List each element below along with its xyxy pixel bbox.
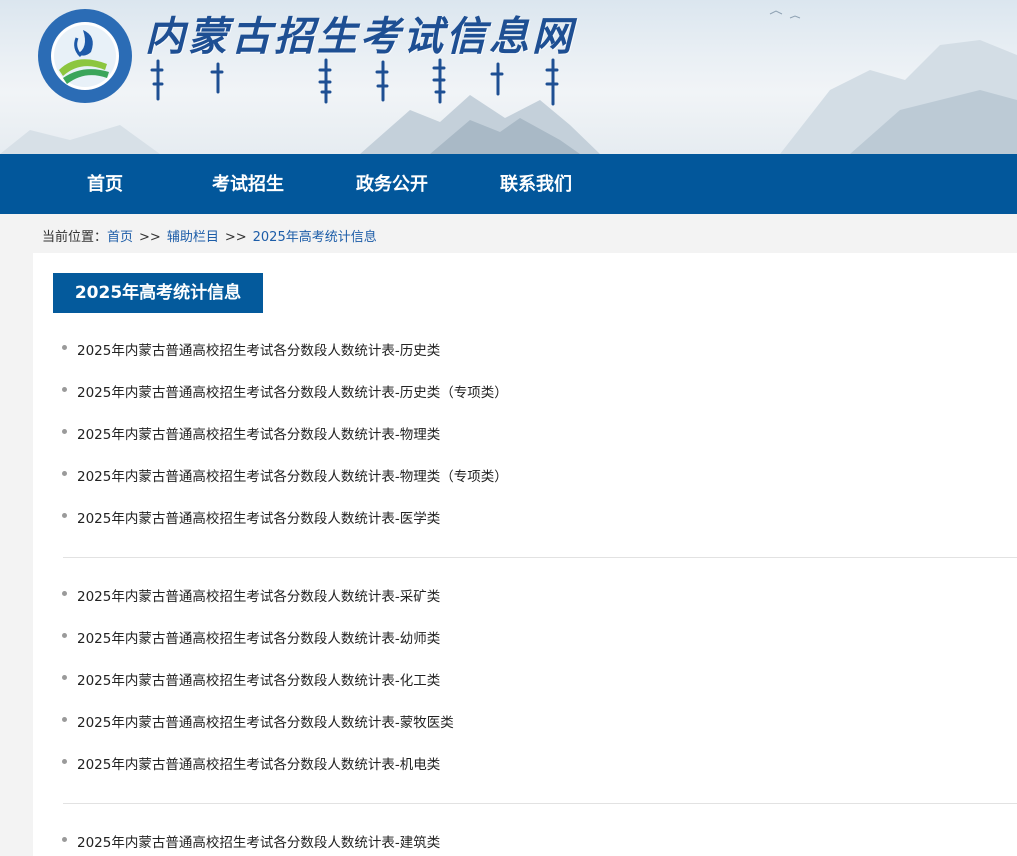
content-panel: 2025年高考统计信息 2025年内蒙古普通高校招生考试各分数段人数统计表-历史…: [33, 253, 1017, 856]
site-title: 内蒙古招生考试信息网: [145, 13, 575, 60]
breadcrumb-separator: >>: [224, 230, 247, 245]
breadcrumb-current-link[interactable]: 2025年高考统计信息: [253, 230, 377, 245]
bullet-icon: [62, 837, 67, 842]
article-link[interactable]: 2025年内蒙古普通高校招生考试各分数段人数统计表-物理类: [77, 423, 440, 443]
breadcrumb-separator: >>: [139, 230, 161, 245]
bullet-icon: [62, 759, 67, 764]
bullet-icon: [62, 675, 67, 680]
bullet-icon: [62, 345, 67, 350]
article-link[interactable]: 2025年内蒙古普通高校招生考试各分数段人数统计表-机电类: [77, 753, 440, 773]
article-link[interactable]: 2025年内蒙古普通高校招生考试各分数段人数统计表-历史类（专项类）: [77, 381, 508, 401]
bullet-icon: [62, 591, 67, 596]
article-link[interactable]: 2025年内蒙古普通高校招生考试各分数段人数统计表-化工类: [77, 669, 440, 689]
article-link[interactable]: 2025年内蒙古普通高校招生考试各分数段人数统计表-物理类（专项类）: [77, 465, 508, 485]
breadcrumb-home-link[interactable]: 首页: [107, 230, 133, 245]
group-divider: [63, 557, 1017, 558]
bullet-icon: [62, 387, 67, 392]
header-banner: 内蒙古招生考试信息网: [0, 0, 1017, 154]
nav-item-government-affairs[interactable]: 政务公开: [356, 154, 428, 214]
nav-item-home[interactable]: 首页: [87, 154, 123, 214]
bullet-icon: [62, 513, 67, 518]
section-title: 2025年高考统计信息: [53, 273, 263, 313]
nav-item-exam-admission[interactable]: 考试招生: [212, 154, 284, 214]
article-link[interactable]: 2025年内蒙古普通高校招生考试各分数段人数统计表-建筑类: [77, 831, 440, 851]
article-link[interactable]: 2025年内蒙古普通高校招生考试各分数段人数统计表-蒙牧医类: [77, 711, 454, 731]
bullet-icon: [62, 633, 67, 638]
bullet-icon: [62, 429, 67, 434]
article-link[interactable]: 2025年内蒙古普通高校招生考试各分数段人数统计表-采矿类: [77, 585, 440, 605]
nav-item-contact-us[interactable]: 联系我们: [500, 154, 572, 214]
breadcrumb: 当前位置：首页 >> 辅助栏目 >> 2025年高考统计信息: [42, 226, 377, 245]
article-link[interactable]: 2025年内蒙古普通高校招生考试各分数段人数统计表-历史类: [77, 339, 440, 359]
article-link[interactable]: 2025年内蒙古普通高校招生考试各分数段人数统计表-幼师类: [77, 627, 440, 647]
logo-emblem: [38, 9, 132, 103]
article-link[interactable]: 2025年内蒙古普通高校招生考试各分数段人数统计表-医学类: [77, 507, 440, 527]
breadcrumb-auxiliary-link[interactable]: 辅助栏目: [167, 230, 219, 245]
breadcrumb-prefix: 当前位置：: [42, 230, 108, 245]
bullet-icon: [62, 471, 67, 476]
main-nav: 首页 考试招生 政务公开 联系我们: [0, 154, 1017, 214]
bullet-icon: [62, 717, 67, 722]
group-divider: [63, 803, 1017, 804]
mongolian-script-title: [150, 58, 559, 106]
